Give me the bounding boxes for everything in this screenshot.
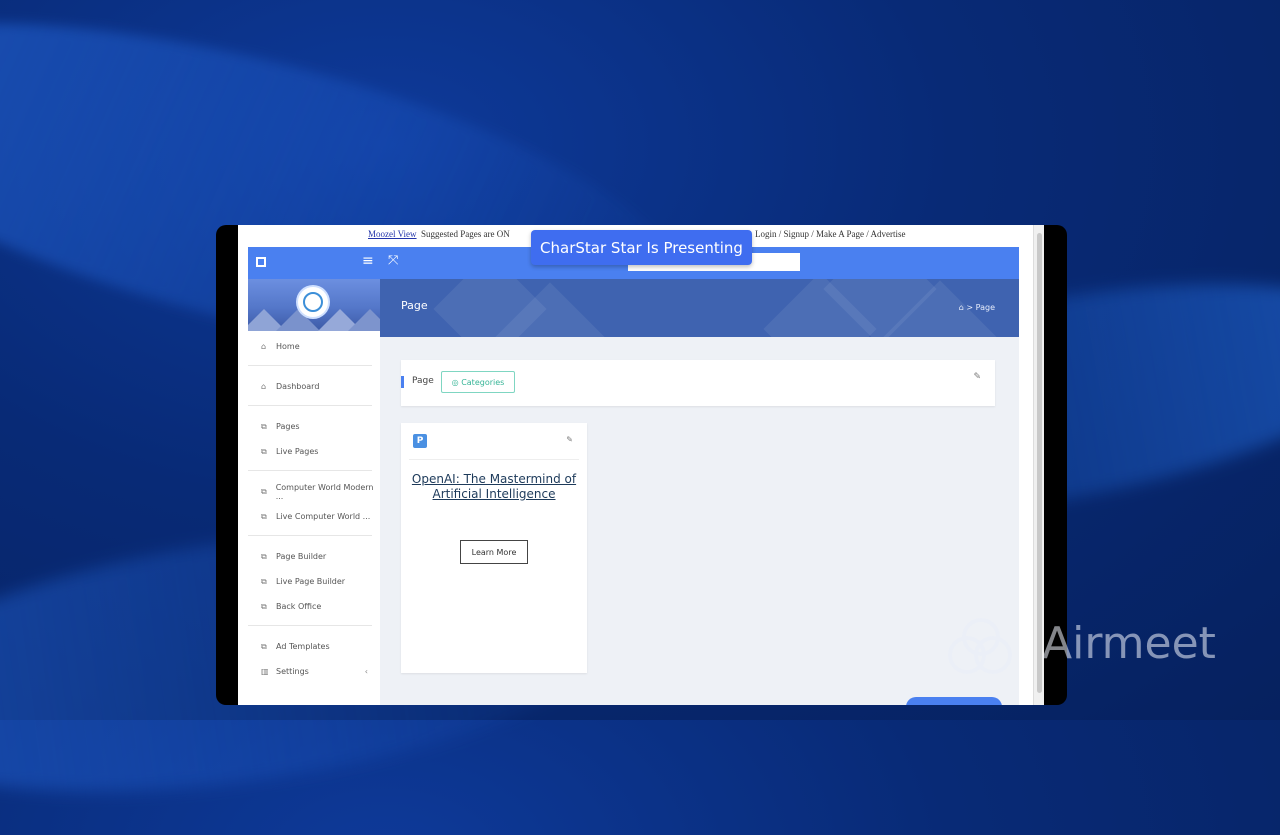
sidebar-item-dashboard[interactable]: ⌂ Dashboard xyxy=(248,374,380,399)
sidebar: ⌂ Home ⌂ Dashboard ⧉ Pages ⧉ Live Pages xyxy=(248,279,380,705)
sidebar-item-label: Live Pages xyxy=(276,447,319,456)
floating-action-button[interactable] xyxy=(906,697,1002,705)
page-badge-icon: P xyxy=(413,434,427,448)
shared-screen-frame: Moozel View Suggested Pages are ON Login… xyxy=(216,225,1067,705)
sidebar-item-label: Live Computer World ... xyxy=(276,512,371,521)
sidebar-header xyxy=(248,279,380,331)
sidebar-divider xyxy=(248,405,372,406)
chevron-left-icon: ‹ xyxy=(364,667,368,676)
external-link-icon: ⧉ xyxy=(261,421,267,431)
airmeet-watermark: Airmeet xyxy=(948,612,1248,682)
page-toolbar-card: Page ◎ Categories ✎ xyxy=(401,360,995,406)
sidebar-item-computer-world[interactable]: ⧉ Computer World Modern ... xyxy=(248,479,380,504)
airmeet-logo-icon xyxy=(948,618,1012,674)
fullscreen-icon[interactable]: ⤧ xyxy=(388,253,398,268)
mountain-decoration xyxy=(348,309,380,331)
sidebar-item-label: Home xyxy=(276,342,300,351)
moozel-view-link[interactable]: Moozel View xyxy=(368,229,417,239)
presenter-badge: CharStar Star Is Presenting xyxy=(531,230,752,265)
external-link-icon: ⧉ xyxy=(261,641,267,651)
sidebar-item-label: Pages xyxy=(276,422,300,431)
browser-window: Moozel View Suggested Pages are ON Login… xyxy=(238,225,1044,705)
external-link-icon: ⧉ xyxy=(261,511,267,521)
app-container: ≡ ⤧ ⌂ Home ⌂ Dashboard ⧉ Pages ⧉ Live Pa… xyxy=(248,247,1019,705)
sidebar-item-page-builder[interactable]: ⧉ Page Builder xyxy=(248,544,380,569)
sidebar-item-label: Live Page Builder xyxy=(276,577,346,586)
external-link-icon: ⧉ xyxy=(261,601,267,611)
top-strip-right-links[interactable]: Login / Signup / Make A Page / Advertise xyxy=(755,229,906,239)
sidebar-item-back-office[interactable]: ⧉ Back Office xyxy=(248,594,380,619)
card-divider xyxy=(409,459,579,460)
sidebar-item-ad-templates[interactable]: ⧉ Ad Templates xyxy=(248,634,380,659)
breadcrumb[interactable]: ⌂ > Page xyxy=(959,303,995,312)
sidebar-item-label: Back Office xyxy=(276,602,322,611)
sidebar-item-pages[interactable]: ⧉ Pages xyxy=(248,414,380,439)
sidebar-item-home[interactable]: ⌂ Home xyxy=(248,334,380,359)
sidebar-item-live-page-builder[interactable]: ⧉ Live Page Builder xyxy=(248,569,380,594)
page-header-banner: Page ⌂ > Page xyxy=(380,279,1019,337)
qr-code-icon[interactable] xyxy=(254,255,268,269)
airmeet-wordmark: Airmeet xyxy=(1042,618,1216,669)
hamburger-menu-icon[interactable]: ≡ xyxy=(362,253,374,269)
page-card: P ✎ OpenAI: The Mastermind of Artificial… xyxy=(401,423,587,673)
top-strip-left: Moozel View Suggested Pages are ON xyxy=(368,229,510,239)
sidebar-item-label: Settings xyxy=(276,667,309,676)
external-link-icon: ⧉ xyxy=(261,551,267,561)
sidebar-item-label: Dashboard xyxy=(276,382,320,391)
external-link-icon: ⧉ xyxy=(261,446,267,456)
sidebar-item-live-computer-world[interactable]: ⧉ Live Computer World ... xyxy=(248,504,380,529)
site-logo[interactable] xyxy=(298,287,328,317)
sidebar-divider xyxy=(248,625,372,626)
pin-icon[interactable]: ✎ xyxy=(566,435,573,444)
sidebar-divider xyxy=(248,470,372,471)
suggested-pages-text: Suggested Pages are ON xyxy=(421,229,510,239)
external-link-icon: ⧉ xyxy=(261,486,267,496)
page-title: Page xyxy=(401,299,428,312)
pin-icon[interactable]: ✎ xyxy=(973,372,981,382)
sidebar-item-settings[interactable]: ▥ Settings ‹ xyxy=(248,659,380,684)
sidebar-divider xyxy=(248,535,372,536)
sidebar-item-label: Ad Templates xyxy=(276,642,330,651)
sidebar-item-label: Page Builder xyxy=(276,552,327,561)
sidebar-item-label: Computer World Modern ... xyxy=(275,482,374,501)
external-link-icon: ⧉ xyxy=(261,576,267,586)
accent-bar xyxy=(401,376,404,388)
learn-more-button[interactable]: Learn More xyxy=(460,540,528,564)
home-icon: ⌂ xyxy=(261,342,267,351)
home-icon: ⌂ xyxy=(261,382,267,391)
toolbar-label: Page xyxy=(412,376,434,386)
categories-button[interactable]: ◎ Categories xyxy=(441,371,515,393)
page-card-title-link[interactable]: OpenAI: The Mastermind of Artificial Int… xyxy=(411,472,577,502)
chart-icon: ▥ xyxy=(261,667,269,676)
sidebar-item-live-pages[interactable]: ⧉ Live Pages xyxy=(248,439,380,464)
logo-ring-icon xyxy=(303,292,323,312)
sidebar-divider xyxy=(248,365,372,366)
